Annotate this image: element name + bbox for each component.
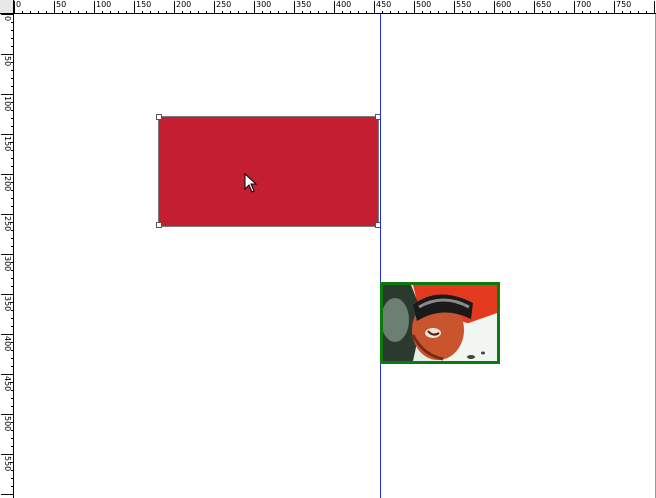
horizontal-ruler[interactable]: 0 50 100 150 200 250 300 350 400 450 500 550 600 650 7… (14, 0, 656, 14)
ruler-label: 50 (3, 56, 12, 67)
ruler-tick (1, 494, 13, 495)
vertical-ruler[interactable]: 0 50 100 150 200 250 300 350 400 450 500 550 (0, 14, 14, 498)
ruler-tick (1, 454, 13, 455)
ruler-label: 500 (3, 416, 12, 432)
ruler-tick (454, 1, 455, 13)
ruler-tick (174, 1, 175, 13)
ruler-tick (334, 1, 335, 13)
ruler-label: 600 (496, 0, 512, 9)
ruler-label: 50 (56, 0, 67, 9)
ruler-label: 250 (3, 216, 12, 232)
ruler-tick (214, 1, 215, 13)
resize-handle-bottom-left[interactable] (156, 222, 162, 228)
ruler-tick (1, 94, 13, 95)
ruler-label: 300 (256, 0, 272, 9)
ruler-tick (414, 1, 415, 13)
resize-handle-top-left[interactable] (156, 114, 162, 120)
ruler-label: 0 (16, 0, 22, 9)
ruler-label: 150 (3, 136, 12, 152)
ruler-tick (14, 1, 15, 13)
ruler-corner (0, 0, 14, 14)
ruler-label: 100 (3, 96, 12, 112)
ruler-tick (134, 1, 135, 13)
ruler-label: 750 (616, 0, 632, 9)
ruler-tick (574, 1, 575, 13)
ruler-tick (1, 54, 13, 55)
ruler-tick (254, 1, 255, 13)
ruler-label: 500 (416, 0, 432, 9)
selected-rectangle-shape[interactable] (158, 116, 379, 227)
ruler-label: 700 (576, 0, 592, 9)
ruler-tick (614, 1, 615, 13)
ruler-tick (1, 294, 13, 295)
ruler-label: 300 (3, 256, 12, 272)
ruler-label: 0 (3, 16, 12, 22)
ruler-label: 400 (3, 336, 12, 352)
ruler-label: 150 (136, 0, 152, 9)
ruler-label: 450 (3, 376, 12, 392)
arrow-cursor-icon (244, 173, 258, 193)
vertical-guide-line[interactable] (380, 14, 381, 498)
ruler-tick (494, 1, 495, 13)
image-object[interactable] (380, 282, 500, 364)
design-editor: 0 50 100 150 200 250 300 350 400 450 500 550 600 650 7… (0, 0, 656, 498)
ruler-label: 450 (376, 0, 392, 9)
ruler-label: 550 (456, 0, 472, 9)
ruler-tick (534, 1, 535, 13)
ruler-label: 550 (3, 456, 12, 472)
ruler-label: 350 (3, 296, 12, 312)
ruler-tick (94, 1, 95, 13)
comic-character-picture (383, 285, 497, 361)
ruler-tick (1, 334, 13, 335)
ruler-tick (1, 174, 13, 175)
ruler-label: 400 (336, 0, 352, 9)
ruler-label: 200 (3, 176, 12, 192)
ruler-tick (294, 1, 295, 13)
ruler-tick (1, 374, 13, 375)
ruler-label: 100 (96, 0, 112, 9)
ruler-tick (1, 134, 13, 135)
ruler-label: 250 (216, 0, 232, 9)
ruler-tick (1, 254, 13, 255)
ruler-tick (654, 1, 655, 13)
ruler-tick (1, 214, 13, 215)
ruler-tick (374, 1, 375, 13)
ruler-label: 200 (176, 0, 192, 9)
ruler-tick (1, 14, 13, 15)
ruler-label: 650 (536, 0, 552, 9)
ruler-tick (54, 1, 55, 13)
ruler-label: 350 (296, 0, 312, 9)
canvas[interactable] (14, 14, 656, 498)
ruler-tick (1, 414, 13, 415)
